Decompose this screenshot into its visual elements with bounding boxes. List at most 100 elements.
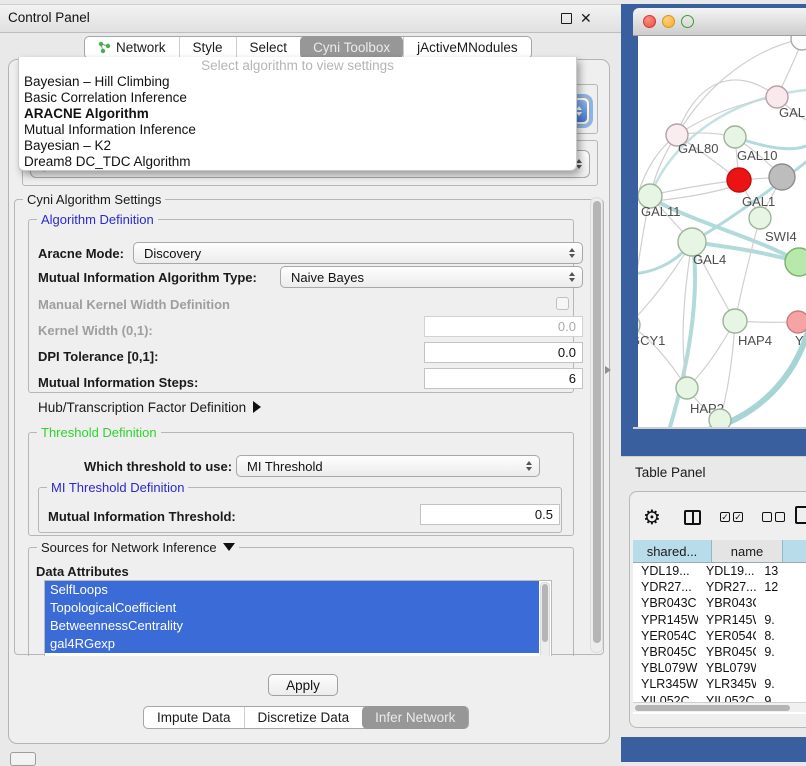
minimize-traffic-light-icon[interactable] [662,15,675,28]
table-body: YDL19...YDL19...13YDR27...YDR27...12YBR0… [633,563,806,709]
manual-kernel-checkbox[interactable] [556,297,569,310]
network-node-y[interactable] [787,311,806,333]
algorithm-option[interactable]: Bayesian – Hill Climbing [19,74,576,90]
tab-style[interactable]: Style [179,37,236,58]
aracne-mode-combo[interactable]: Discovery [133,242,583,264]
tab-select[interactable]: Select [236,37,301,58]
gear-icon[interactable]: ⚙ [643,506,661,530]
table-row[interactable]: YDL19...YDL19...13 [633,563,806,579]
table-row[interactable]: YDR27...YDR27...12 [633,579,806,595]
table-cell: 9. [756,676,806,692]
attribute-item[interactable]: BetweennessCentrality [45,617,539,635]
tab-cyni-toolbox[interactable]: Cyni Toolbox [300,36,403,59]
tab-label: Cyni Toolbox [313,40,390,55]
minimized-panel-stub[interactable] [10,752,36,766]
algorithm-dropdown-popup: Select algorithm to view settings Bayesi… [18,57,577,171]
network-node[interactable] [791,36,806,50]
table-row[interactable]: YBR045CYBR045C9. [633,644,806,660]
node-label: GAL11 [641,204,681,219]
tab-discretize-data[interactable]: Discretize Data [244,707,363,728]
column-header[interactable]: shared... [633,540,712,563]
tab-infer-network[interactable]: Infer Network [362,706,468,729]
select-all-check-icon[interactable]: ✓ [720,512,730,522]
node-label: GAL10 [737,148,777,163]
network-node-gal10[interactable] [724,126,746,148]
mi-type-value: Naive Bayes [291,270,562,285]
table-header-row: shared...name [633,540,806,563]
network-canvas[interactable]: GALGAL80GAL10GAL1SWI4GAL11GAL4GCY1HAP4YH… [638,36,806,427]
document-icon[interactable] [795,506,806,524]
algorithm-option[interactable]: ARACNE Algorithm [19,106,576,122]
deselect-all-check-icon[interactable] [762,512,772,522]
tab-network[interactable]: Network [85,37,179,58]
network-node[interactable] [769,164,795,190]
table-cell: 9. [756,612,806,628]
kernel-width-label: Kernel Width (0,1): [38,323,153,338]
network-node-hap4[interactable] [723,309,747,333]
algorithm-option[interactable]: Dream8 DC_TDC Algorithm [19,154,576,170]
dropdown-item-list: Bayesian – Hill ClimbingBasic Correlatio… [19,74,576,170]
algorithm-option[interactable]: Mutual Information Inference [19,122,576,138]
column-header[interactable]: name [712,540,783,563]
mi-threshold-input[interactable] [420,504,560,525]
kernel-width-input[interactable] [424,316,583,337]
attribute-list-scrollbar[interactable] [540,582,550,656]
select-all-check-icon[interactable]: ✓ [733,512,743,522]
deselect-all-check-icon[interactable] [775,512,785,522]
mi-steps-input[interactable] [424,368,583,389]
attribute-item[interactable]: gal4RGexp [45,635,539,653]
table-row[interactable]: YPR145WYPR145W9. [633,612,806,628]
float-window-icon[interactable] [561,13,572,24]
mouse-cursor [605,366,611,374]
tab-label: Discretize Data [258,710,350,725]
tab-impute-data[interactable]: Impute Data [144,707,244,728]
control-panel-title: Control Panel [8,10,90,25]
network-node[interactable] [785,248,806,276]
attribute-item[interactable]: TopologicalCoefficient [45,599,539,617]
data-attributes-label: Data Attributes [36,564,129,579]
table-row[interactable]: YLR345WYLR345W9. [633,676,806,692]
top-tab-bar: NetworkStyleSelect Cyni Toolbox jActiveMNo… [84,36,532,59]
node-label: SWI4 [765,229,797,244]
split-columns-icon[interactable] [684,510,701,525]
dpi-tolerance-label: DPI Tolerance [0,1]: [38,349,158,364]
which-threshold-combo[interactable]: MI Threshold [236,455,540,477]
network-node-gal1[interactable] [727,168,751,192]
table-cell: YDR27... [633,579,698,595]
table-row[interactable]: YBR043CYBR043C [633,595,806,611]
tab-jactivemnodules[interactable]: jActiveMNodules [403,37,531,58]
node-label: GAL80 [678,141,718,156]
network-window-titlebar[interactable] [633,8,806,36]
desktop-background-bottom [621,737,806,762]
settings-scrollbar[interactable] [590,197,603,653]
settings-group-title: Cyni Algorithm Settings [23,194,165,207]
column-header[interactable] [783,540,806,563]
table-cell [756,595,806,611]
close-icon[interactable]: ✕ [580,9,592,27]
table-cell: YER054C [698,628,756,644]
network-node-hap2[interactable] [676,377,698,399]
dpi-tolerance-input[interactable] [424,342,583,363]
algorithm-option[interactable]: Basic Correlation Inference [19,90,576,106]
attribute-item[interactable]: SelfLoops [45,581,539,599]
table-row[interactable]: YBL079WYBL079W [633,660,806,676]
dropdown-placeholder: Select algorithm to view settings [19,57,576,74]
zoom-traffic-light-icon[interactable] [681,15,694,28]
table-cell: YBL079W [633,660,698,676]
mi-type-combo[interactable]: Naive Bayes [280,266,583,288]
network-edge [654,185,739,201]
algorithm-option[interactable]: Bayesian – K2 [19,138,576,154]
close-traffic-light-icon[interactable] [643,15,656,28]
tab-label: jActiveMNodules [417,40,518,55]
mi-threshold-label: Mutual Information Threshold: [48,509,236,524]
table-cell: YLR345W [698,676,756,692]
network-node-swi4[interactable] [749,207,771,229]
sources-title: Sources for Network Inference [37,540,239,555]
network-node[interactable] [709,409,731,427]
hub-definition-toggle[interactable]: Hub/Transcription Factor Definition [38,400,261,415]
apply-button[interactable]: Apply [268,674,338,696]
table-horizontal-scrollbar[interactable] [633,702,806,712]
bottom-tab-bar: Impute Data Discretize Data Infer Network [143,706,469,729]
network-edge [677,39,802,135]
table-row[interactable]: YER054CYER054C8. [633,628,806,644]
